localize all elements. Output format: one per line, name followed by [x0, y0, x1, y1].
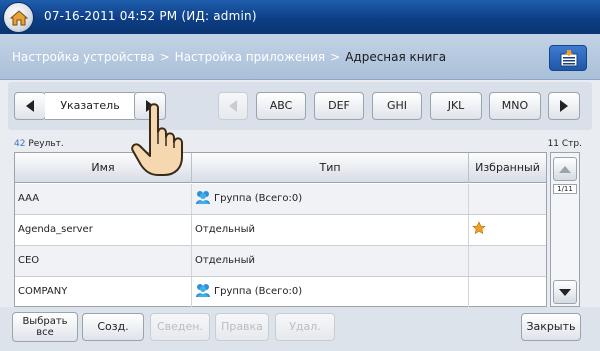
pointer-hand-icon	[131, 103, 183, 176]
column-header-type[interactable]: Тип	[192, 153, 469, 183]
results-count: 42 Реульт.	[14, 139, 64, 149]
group-button-ghi[interactable]: GHI	[372, 92, 422, 120]
row-favorite	[469, 184, 546, 214]
group-icon	[196, 190, 210, 204]
scroll-down-button[interactable]	[553, 280, 577, 304]
page-count: 11 Стр.	[547, 139, 582, 149]
index-label: Указатель	[45, 92, 135, 120]
breadcrumb: Настройка устройства > Настройка приложени…	[12, 50, 446, 64]
breadcrumb-current: Адресная книга	[345, 50, 447, 64]
group-button-mno[interactable]: MNO	[489, 92, 541, 120]
group-prev-button[interactable]	[218, 92, 248, 120]
row-type: Группа (Всего:0)	[192, 184, 469, 214]
column-header-favorite[interactable]: Избранный	[469, 153, 546, 183]
breadcrumb-item[interactable]: Настройка устройства	[12, 50, 155, 64]
breadcrumb-bar: Настройка устройства > Настройка приложени…	[0, 34, 600, 80]
row-type: Группа (Всего:0)	[192, 277, 469, 307]
row-favorite	[469, 277, 546, 307]
row-name: COMPANY	[15, 277, 192, 307]
results-label: Реульт.	[28, 139, 64, 149]
home-icon	[9, 10, 29, 26]
group-button-def[interactable]: DEF	[314, 92, 364, 120]
address-book-icon	[560, 50, 578, 67]
scroll-up-button[interactable]	[553, 157, 577, 181]
favorite-star-icon	[472, 221, 486, 235]
table-row[interactable]: COMPANY Группа (Всего:0)	[15, 277, 546, 308]
group-next-button[interactable]	[548, 92, 580, 120]
group-button-abc[interactable]: ABC	[256, 92, 306, 120]
group-icon	[196, 283, 210, 297]
edit-button[interactable]: Правка	[215, 313, 269, 341]
scroll-page-indicator[interactable]: 1/11	[553, 184, 577, 194]
delete-button[interactable]: Удал.	[275, 313, 335, 341]
table-row[interactable]: CEO Отдельный	[15, 246, 546, 277]
details-button[interactable]: Сведен.	[150, 313, 210, 341]
create-button[interactable]: Созд.	[82, 313, 144, 341]
address-table: Имя Тип Избранный AAA Группа (Всего:0) A…	[14, 152, 547, 307]
breadcrumb-separator: >	[330, 50, 341, 64]
table-header: Имя Тип Избранный	[15, 153, 546, 183]
row-favorite	[469, 246, 546, 276]
select-all-label-line1: Выбрать	[22, 316, 68, 327]
row-type-label: Группа (Всего:0)	[214, 286, 303, 297]
row-type: Отдельный	[192, 215, 469, 245]
results-number: 42	[14, 139, 26, 149]
group-button-jkl[interactable]: JKL	[430, 92, 482, 120]
breadcrumb-item[interactable]: Настройка приложения	[175, 50, 325, 64]
select-all-button[interactable]: Выбрать все	[12, 312, 78, 342]
table-row[interactable]: AAA Группа (Всего:0)	[15, 184, 546, 215]
index-prev-button[interactable]	[14, 92, 46, 120]
row-type: Отдельный	[192, 246, 469, 276]
close-button[interactable]: Закрыть	[521, 313, 581, 341]
home-button[interactable]	[3, 2, 34, 33]
row-favorite	[469, 215, 546, 245]
row-name: AAA	[15, 184, 192, 214]
row-name: CEO	[15, 246, 192, 276]
breadcrumb-separator: >	[159, 50, 170, 64]
scrollbar[interactable]: 1/11	[550, 152, 580, 307]
address-book-button[interactable]	[549, 45, 587, 71]
table-row[interactable]: Agenda_server Отдельный	[15, 215, 546, 246]
select-all-label-line2: все	[36, 327, 54, 338]
row-type-label: Группа (Всего:0)	[214, 193, 303, 204]
row-name: Agenda_server	[15, 215, 192, 245]
status-datetime: 07-16-2011 04:52 PM (ИД: admin)	[44, 9, 257, 23]
status-bar: 07-16-2011 04:52 PM (ИД: admin)	[0, 0, 600, 34]
